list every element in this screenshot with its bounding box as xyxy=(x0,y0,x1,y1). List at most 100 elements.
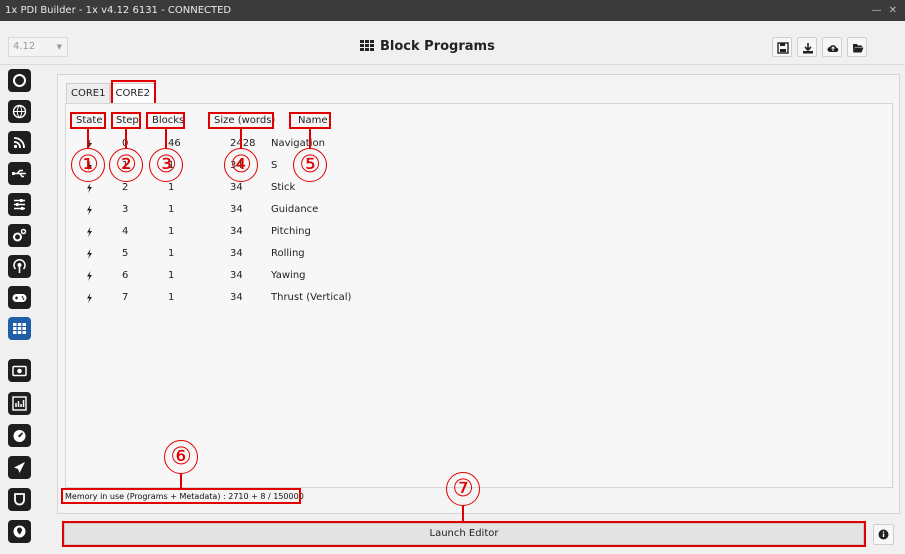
sidebar-item-sliders[interactable] xyxy=(8,193,31,216)
info-button[interactable] xyxy=(873,524,894,545)
grid-icon xyxy=(360,40,374,51)
location-icon xyxy=(13,525,26,538)
table-cell-blocks: 1 xyxy=(168,270,175,281)
camera-icon xyxy=(12,365,27,377)
annotation-box-tab xyxy=(111,80,156,105)
download-icon xyxy=(803,43,813,54)
version-select[interactable]: 4.12 ▼ xyxy=(8,37,68,57)
annotation-line-6 xyxy=(180,474,182,489)
sidebar-item-chart[interactable] xyxy=(8,392,31,415)
annotation-box-size xyxy=(208,112,274,129)
sidebar-item-gears[interactable] xyxy=(8,224,31,247)
table-cell-blocks: 46 xyxy=(168,138,181,149)
sidebar-item-block-programs[interactable] xyxy=(8,317,31,340)
table-cell-step: 7 xyxy=(122,292,129,303)
block-programs-icon xyxy=(13,323,26,334)
download-button[interactable] xyxy=(797,37,817,57)
sidebar-item-location[interactable] xyxy=(8,520,31,543)
power-icon xyxy=(13,74,26,87)
table-cell-size: 34 xyxy=(230,226,243,237)
sidebar-item-plane[interactable] xyxy=(8,456,31,479)
table-row[interactable]: 3 1 34 Guidance xyxy=(66,204,886,218)
window-controls[interactable]: — ✕ xyxy=(871,0,899,21)
annotation-marker-5: ⑤ xyxy=(293,148,327,182)
table-cell-name: Navigation xyxy=(271,138,325,149)
table-cell-step: 6 xyxy=(122,270,129,281)
table-cell-size: 34 xyxy=(230,182,243,193)
sidebar-item-shield[interactable] xyxy=(8,488,31,511)
table-cell-name: Stick xyxy=(271,182,296,193)
toolbar: 4.12 ▼ Block Programs xyxy=(0,21,905,65)
folder-open-icon xyxy=(853,44,864,53)
chart-icon xyxy=(12,396,27,411)
table-row[interactable]: 1 1 34 S xyxy=(66,160,886,174)
annotation-marker-4: ④ xyxy=(224,148,258,182)
annotation-marker-2: ② xyxy=(109,148,143,182)
table-cell-blocks: 1 xyxy=(168,226,175,237)
table-cell-step: 5 xyxy=(122,248,129,259)
sidebar-item-globe[interactable] xyxy=(8,100,31,123)
annotation-marker-6: ⑥ xyxy=(164,440,198,474)
table-row[interactable]: 5 1 34 Rolling xyxy=(66,248,886,262)
gears-icon xyxy=(13,228,27,242)
sidebar-item-usb[interactable] xyxy=(8,162,31,185)
table-cell-size: 34 xyxy=(230,248,243,259)
annotation-box-blocks xyxy=(146,112,185,129)
bolt-icon xyxy=(87,227,92,237)
annotation-box-name xyxy=(289,112,331,129)
sidebar-item-dashboard[interactable] xyxy=(8,424,31,447)
tab-core1[interactable]: CORE1 xyxy=(66,83,111,103)
table-row[interactable]: 2 1 34 Stick xyxy=(66,182,886,196)
info-icon xyxy=(878,529,889,540)
rss-icon xyxy=(13,137,25,149)
sidebar-item-rss[interactable] xyxy=(8,131,31,154)
sidebar-item-power[interactable] xyxy=(8,69,31,92)
chevron-down-icon: ▼ xyxy=(56,43,62,51)
annotation-marker-3: ③ xyxy=(149,148,183,182)
annotation-box-state xyxy=(70,112,106,129)
annotation-line-7 xyxy=(462,506,464,522)
table-cell-blocks: 1 xyxy=(168,204,175,215)
sidebar-item-camera[interactable] xyxy=(8,359,31,382)
block-programs-table: State Step Blocks Size (words) Name 0462… xyxy=(65,103,893,488)
page-title: Block Programs xyxy=(360,39,495,54)
gamepad-icon xyxy=(12,294,27,302)
table-cell-size: 34 xyxy=(230,204,243,215)
globe-icon xyxy=(12,104,27,119)
table-cell-name: Yawing xyxy=(271,270,306,281)
save-button[interactable] xyxy=(772,37,792,57)
table-cell-blocks: 1 xyxy=(168,248,175,259)
table-cell-step: 2 xyxy=(122,182,129,193)
table-cell-size: 34 xyxy=(230,292,243,303)
usb-icon xyxy=(11,169,26,178)
bolt-icon xyxy=(87,271,92,281)
plane-icon xyxy=(14,462,25,473)
annotation-line-5 xyxy=(309,129,311,149)
annotation-line-2 xyxy=(125,129,127,149)
sliders-icon xyxy=(14,199,25,210)
table-cell-blocks: 1 xyxy=(168,182,175,193)
annotation-line-4 xyxy=(240,129,242,149)
page-title-text: Block Programs xyxy=(380,39,495,54)
cloud-icon xyxy=(827,45,839,52)
table-cell-size: 34 xyxy=(230,270,243,281)
table-row[interactable]: 4 1 34 Pitching xyxy=(66,226,886,240)
table-cell-name: S xyxy=(271,160,278,171)
table-row[interactable]: 7 1 34 Thrust (Vertical) xyxy=(66,292,886,306)
sidebar-item-signal[interactable] xyxy=(8,255,31,278)
sidebar xyxy=(0,66,34,554)
cloud-upload-button[interactable] xyxy=(822,37,842,57)
sidebar-item-gamepad[interactable] xyxy=(8,286,31,309)
annotation-marker-7: ⑦ xyxy=(446,472,480,506)
table-row[interactable]: 6 1 34 Yawing xyxy=(66,270,886,284)
annotation-line-1 xyxy=(87,129,89,149)
signal-icon xyxy=(13,258,26,273)
bolt-icon xyxy=(87,249,92,259)
bolt-icon xyxy=(87,205,92,215)
open-folder-button[interactable] xyxy=(847,37,867,57)
dashboard-icon xyxy=(13,430,26,442)
shield-icon xyxy=(14,493,25,506)
table-row[interactable]: 0462428Navigation xyxy=(66,138,886,152)
table-cell-name: Pitching xyxy=(271,226,311,237)
table-cell-name: Thrust (Vertical) xyxy=(271,292,352,303)
